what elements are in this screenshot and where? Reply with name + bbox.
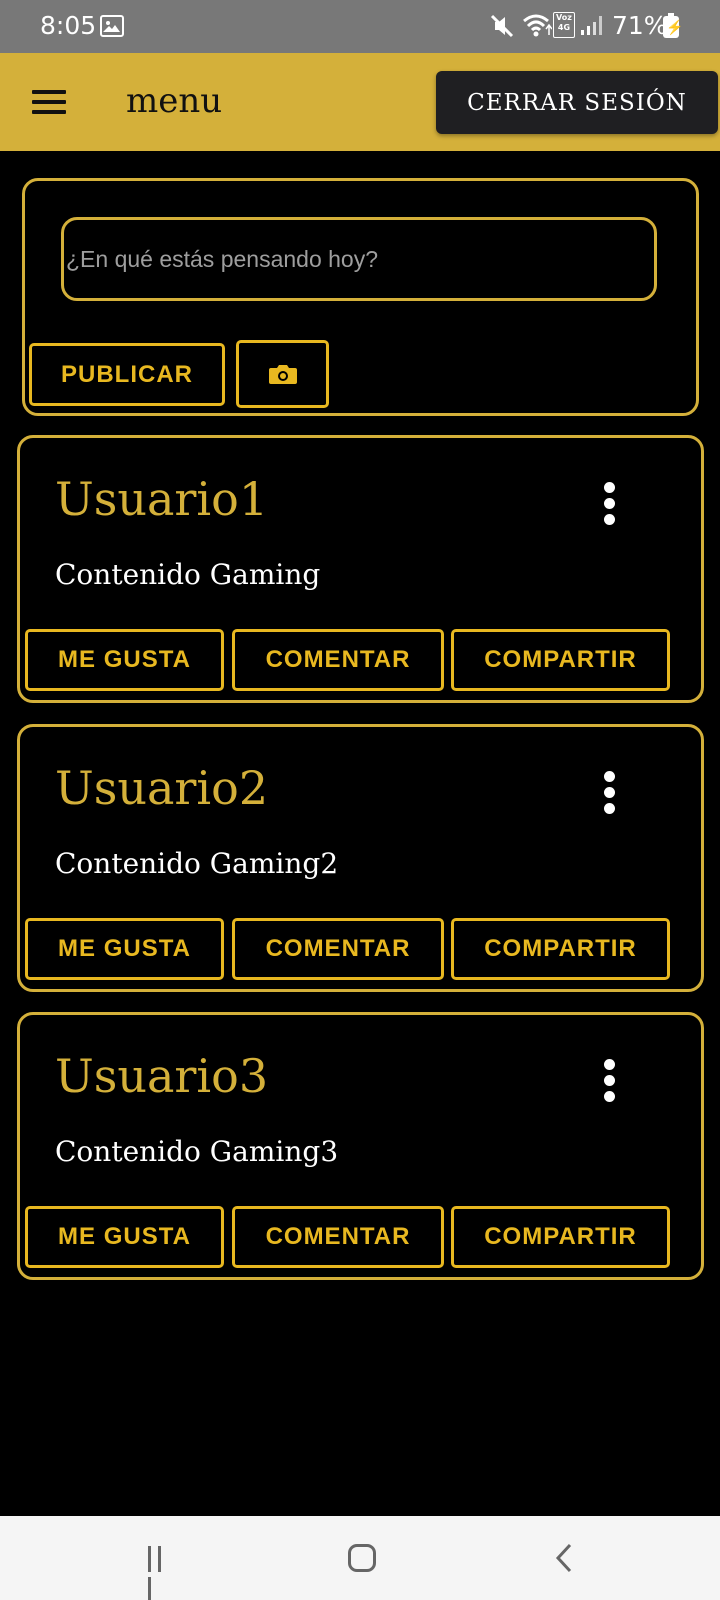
post-author: Usuario2 (55, 761, 269, 815)
recents-icon[interactable] (148, 1546, 174, 1600)
app-bar-title: menu (126, 81, 223, 121)
post-author: Usuario1 (55, 472, 269, 526)
comment-button[interactable]: COMENTAR (232, 629, 444, 691)
post-composer-card: PUBLICAR (22, 178, 699, 416)
signal-icon (580, 14, 608, 41)
post-card: Usuario2 Contenido Gaming2 ME GUSTA COME… (17, 724, 704, 992)
post-card: Usuario1 Contenido Gaming ME GUSTA COMEN… (17, 435, 704, 703)
wifi-icon (522, 13, 553, 42)
like-button[interactable]: ME GUSTA (25, 1206, 224, 1268)
post-author: Usuario3 (55, 1049, 269, 1103)
like-button[interactable]: ME GUSTA (25, 629, 224, 691)
volte-icon: Voz 4G (553, 12, 575, 38)
comment-button[interactable]: COMENTAR (232, 918, 444, 980)
mute-icon (490, 13, 514, 44)
more-options-icon[interactable] (604, 771, 616, 815)
home-icon[interactable] (348, 1544, 376, 1572)
post-composer-input[interactable] (61, 217, 657, 301)
publish-button[interactable]: PUBLICAR (29, 343, 225, 406)
status-bar: 8:05 Voz 4G 71% ⚡ (0, 0, 720, 53)
logout-button[interactable]: CERRAR SESIÓN (436, 71, 718, 134)
battery-charging-icon: ⚡ (663, 13, 683, 38)
system-nav-bar (0, 1516, 720, 1600)
battery-percentage: 71% (612, 11, 668, 40)
more-options-icon[interactable] (604, 1059, 616, 1103)
post-card: Usuario3 Contenido Gaming3 ME GUSTA COME… (17, 1012, 704, 1280)
comment-button[interactable]: COMENTAR (232, 1206, 444, 1268)
gallery-notification-icon (100, 15, 124, 37)
status-time: 8:05 (40, 11, 97, 40)
post-content: Contenido Gaming3 (55, 1135, 339, 1168)
app-bar: menu CERRAR SESIÓN (0, 53, 720, 151)
post-content: Contenido Gaming (55, 558, 321, 591)
more-options-icon[interactable] (604, 482, 616, 526)
back-icon[interactable] (554, 1542, 574, 1579)
share-button[interactable]: COMPARTIR (451, 1206, 670, 1268)
share-button[interactable]: COMPARTIR (451, 918, 670, 980)
like-button[interactable]: ME GUSTA (25, 918, 224, 980)
share-button[interactable]: COMPARTIR (451, 629, 670, 691)
post-content: Contenido Gaming2 (55, 847, 339, 880)
hamburger-menu-icon[interactable] (32, 90, 66, 114)
camera-icon (268, 365, 297, 384)
camera-button[interactable] (236, 340, 329, 408)
